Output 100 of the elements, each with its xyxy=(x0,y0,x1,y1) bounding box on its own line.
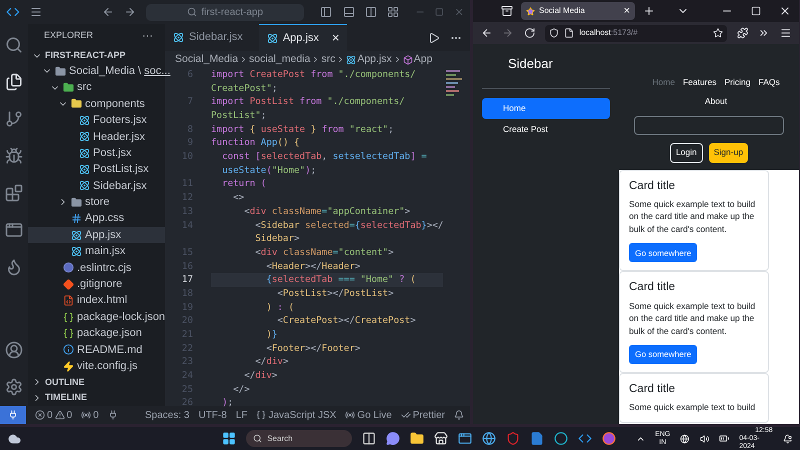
tab-list-icon[interactable] xyxy=(501,5,513,17)
document-icon[interactable] xyxy=(530,431,544,446)
sidebar-nav-link[interactable]: Create Post xyxy=(482,118,610,140)
weather-icon[interactable] xyxy=(8,432,22,446)
explorer-item[interactable]: main.jsx xyxy=(28,243,165,260)
shield-icon[interactable] xyxy=(506,431,520,446)
globe-icon[interactable] xyxy=(482,431,496,446)
plug-icon[interactable] xyxy=(108,410,118,420)
window-icon[interactable] xyxy=(5,221,23,239)
sidebar-toggle-icon[interactable] xyxy=(320,5,333,19)
circle-icon[interactable] xyxy=(554,431,568,446)
explorer-item[interactable]: Header.jsx xyxy=(28,128,165,145)
forward-icon[interactable] xyxy=(124,5,136,19)
back-icon[interactable] xyxy=(102,5,114,19)
address-bar[interactable]: localhost:5173/# xyxy=(545,24,727,42)
store-icon[interactable] xyxy=(434,431,448,446)
new-tab-icon[interactable] xyxy=(643,5,655,17)
section-header[interactable]: TIMELINE xyxy=(28,390,165,406)
menu-icon[interactable] xyxy=(30,5,42,19)
debug-icon[interactable] xyxy=(5,147,23,165)
menu-icon[interactable] xyxy=(780,27,792,39)
editor-tab[interactable]: App.jsx × xyxy=(258,24,348,51)
folder-icon[interactable] xyxy=(410,431,424,446)
notification-icon[interactable] xyxy=(782,434,792,444)
nav-link[interactable]: Features xyxy=(682,76,716,89)
start-icon[interactable] xyxy=(222,431,236,446)
error-count[interactable]: 0 xyxy=(47,408,53,422)
extensions-icon[interactable] xyxy=(5,184,23,202)
ports-count[interactable]: 0 xyxy=(93,408,99,422)
files-icon[interactable] xyxy=(5,73,23,91)
explorer-item[interactable]: .gitignore xyxy=(28,276,165,292)
status-item[interactable]: Spaces: 3 xyxy=(144,408,190,422)
command-search-field[interactable]: first-react-app xyxy=(146,4,304,20)
section-header[interactable]: OUTLINE xyxy=(28,374,165,390)
warning-count[interactable]: 0 xyxy=(66,408,72,422)
explorer-item[interactable]: src xyxy=(28,79,165,96)
close-tab-button[interactable]: × xyxy=(332,28,340,48)
nav-link[interactable]: About xyxy=(704,94,728,108)
breadcrumb-item[interactable]: Social_Media xyxy=(175,52,238,68)
settings-icon[interactable] xyxy=(5,378,23,396)
back-icon[interactable] xyxy=(481,27,492,39)
reload-icon[interactable] xyxy=(524,27,536,39)
breadcrumb-item[interactable]: App.jsx xyxy=(357,52,392,68)
explorer-item[interactable]: package.json xyxy=(28,325,165,342)
status-item[interactable]: LF xyxy=(236,408,248,422)
taskbar-search-field[interactable]: Search xyxy=(246,430,352,447)
explorer-item[interactable]: README.md xyxy=(28,342,165,358)
status-item[interactable]: JavaScript JSX xyxy=(268,408,336,422)
notification-icon[interactable] xyxy=(454,410,464,420)
explorer-item[interactable]: index.html xyxy=(28,292,165,309)
header-button[interactable]: Login xyxy=(670,142,703,162)
browser-tab[interactable]: Social Media × xyxy=(521,2,635,20)
explorer-item[interactable]: App.css xyxy=(28,210,165,227)
task-view-icon[interactable] xyxy=(362,431,376,446)
nav-link[interactable]: Pricing xyxy=(724,76,750,89)
close-icon[interactable] xyxy=(779,5,791,17)
header-button[interactable]: Sign-up xyxy=(708,142,748,162)
project-header[interactable]: FIRST-REACT-APP xyxy=(28,48,165,63)
card-button[interactable]: Go somewhere xyxy=(629,243,698,262)
status-item[interactable]: Prettier xyxy=(412,408,445,422)
app-icon[interactable] xyxy=(458,431,472,446)
network-icon[interactable] xyxy=(680,434,690,444)
extensions-icon[interactable] xyxy=(736,27,748,39)
explorer-item[interactable]: components xyxy=(28,96,165,112)
explorer-item[interactable]: package-lock.json xyxy=(28,308,165,326)
account-icon[interactable] xyxy=(5,341,23,359)
breadcrumb-item[interactable]: src xyxy=(321,52,336,68)
explorer-item[interactable]: App.jsx xyxy=(28,226,165,244)
explorer-item[interactable]: Footers.jsx xyxy=(28,112,165,129)
forward-icon[interactable] xyxy=(502,27,514,39)
explorer-item[interactable]: .eslintrc.cjs xyxy=(28,260,165,276)
flame-icon[interactable] xyxy=(5,258,23,276)
explorer-item[interactable]: vite.config.js xyxy=(28,358,165,374)
branch-icon[interactable] xyxy=(5,110,23,128)
run-icon[interactable] xyxy=(428,32,440,44)
panel-toggle-icon[interactable] xyxy=(342,5,355,19)
split-layout-icon[interactable] xyxy=(364,5,377,19)
bookmark-icon[interactable] xyxy=(712,28,723,38)
status-item[interactable]: Go Live xyxy=(357,408,392,422)
sidebar-nav-link[interactable]: Home xyxy=(482,98,610,118)
search-input[interactable] xyxy=(634,116,784,134)
editor-tab[interactable]: Sidebar.jsx xyxy=(165,24,259,51)
layout-grid-icon[interactable] xyxy=(386,5,399,19)
explorer-item[interactable]: PostList.jsx xyxy=(28,161,165,178)
search-icon[interactable] xyxy=(5,36,23,54)
breadcrumb-item[interactable]: App xyxy=(414,52,432,68)
nav-link[interactable]: FAQs xyxy=(758,76,780,89)
remote-button[interactable] xyxy=(0,406,26,424)
explorer-item[interactable]: store xyxy=(28,194,165,211)
volume-icon[interactable] xyxy=(700,434,709,444)
battery-icon[interactable] xyxy=(718,433,730,444)
more-actions[interactable]: ··· xyxy=(142,28,153,44)
overflow-icon[interactable] xyxy=(758,27,770,39)
chat-icon[interactable] xyxy=(386,431,400,446)
breadcrumb-item[interactable]: social_media xyxy=(249,52,310,68)
close-tab-button[interactable]: × xyxy=(624,2,630,20)
status-item[interactable]: UTF-8 xyxy=(198,408,227,422)
explorer-item[interactable]: Sidebar.jsx xyxy=(28,178,165,194)
card-button[interactable]: Go somewhere xyxy=(629,345,698,364)
explorer-item[interactable]: Post.jsx xyxy=(28,144,165,162)
